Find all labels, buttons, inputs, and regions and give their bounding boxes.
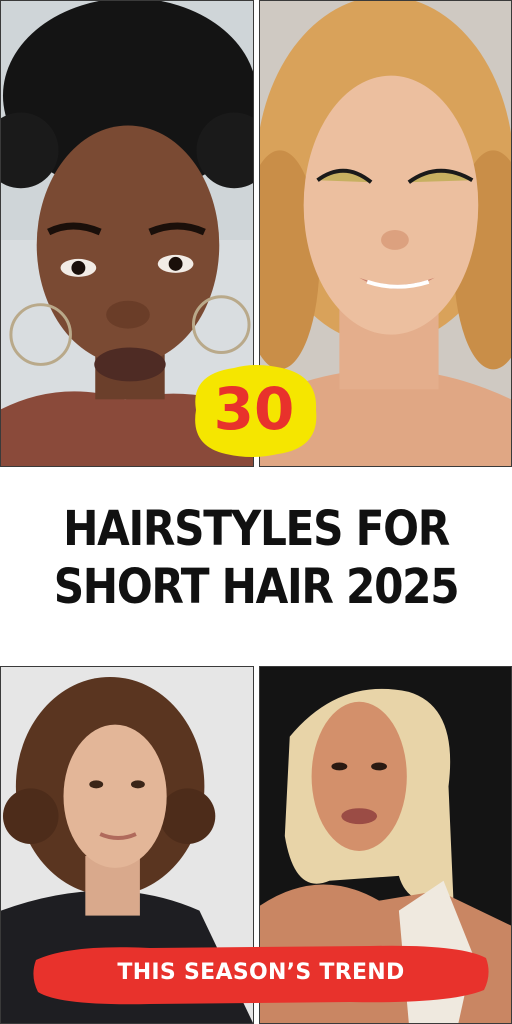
- title-line-1: HAIRSTYLES FOR: [63, 501, 450, 557]
- trend-banner: THIS SEASON’S TREND: [30, 938, 492, 1010]
- count-badge: 30: [186, 360, 322, 460]
- title-line-2: SHORT HAIR 2025: [53, 559, 460, 615]
- badge-number: 30: [213, 375, 295, 443]
- page-title: HAIRSTYLES FOR SHORT HAIR 2025: [31, 500, 482, 616]
- banner-text: THIS SEASON’S TREND: [117, 960, 405, 985]
